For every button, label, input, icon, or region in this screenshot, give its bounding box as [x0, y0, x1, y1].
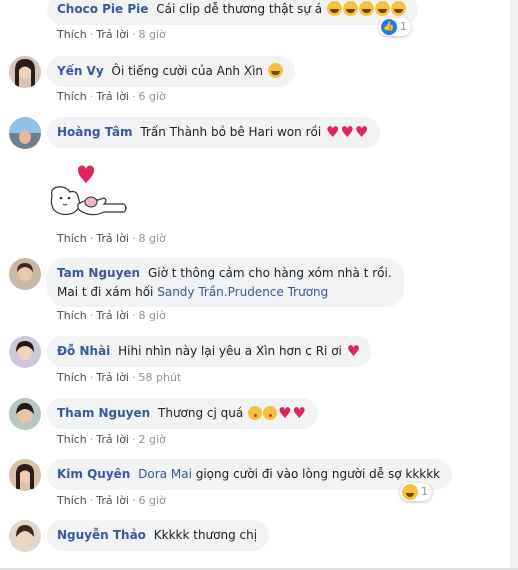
comment-text: Ôi tiếng cười của Anh Xìn	[111, 64, 264, 78]
rofl-emoji-icon	[358, 1, 374, 16]
reply-link[interactable]: Trả lời	[96, 90, 129, 103]
comment-bubble: Đỗ Nhài Hihi nhìn này lại yêu a Xìn hơn …	[47, 336, 373, 367]
comment-actions: Thích · Trả lời · 2 giờ	[57, 433, 166, 446]
rofl-emoji-icon	[267, 63, 283, 78]
reply-link[interactable]: Trả lời	[96, 494, 129, 507]
comment-actions: Thích · Trả lời · 6 giờ	[57, 90, 166, 103]
heart-emoji-icon: ♥	[278, 404, 292, 422]
kiss-emoji-icon	[248, 406, 263, 420]
like-icon: 👍	[381, 19, 397, 35]
rofl-emoji-icon	[374, 1, 390, 16]
heart-emoji-icon: ♥	[326, 123, 340, 141]
heart-emoji-icon: ♥	[346, 342, 361, 360]
comment-text: Thương cj quá	[158, 406, 244, 420]
tagged-user[interactable]: Dora Mai	[138, 467, 192, 481]
comment-actions: Thích · Trả lời · 6 giờ	[57, 494, 166, 507]
reply-link[interactable]: Trả lời	[96, 232, 129, 245]
comment-bubble: Choco Pie Pie Cái clip dễ thương thật sự…	[47, 0, 418, 25]
heart-finger-sticker	[50, 165, 127, 216]
commenter-name[interactable]: Nguyễn Thảo	[57, 528, 146, 542]
comment-text: giọng cười đi vào lòng người dễ sợ kkkkk	[195, 467, 441, 481]
commenter-name[interactable]: Choco Pie Pie	[57, 2, 148, 16]
kiss-emoji-icon	[263, 406, 278, 420]
comment-time[interactable]: 8 giờ	[139, 309, 166, 322]
comment-bubble: Yến Vy Ôi tiếng cười của Anh Xìn	[47, 56, 295, 87]
like-link[interactable]: Thích	[57, 371, 87, 384]
comment-text-line2: Mai t đi xám hối	[57, 285, 154, 299]
reply-link[interactable]: Trả lời	[96, 309, 129, 322]
commenter-name[interactable]: Đỗ Nhài	[57, 344, 110, 358]
avatar[interactable]	[9, 117, 41, 149]
haha-icon	[402, 484, 418, 500]
comment-time[interactable]: 8 giờ	[139, 232, 166, 245]
avatar[interactable]	[9, 56, 41, 88]
like-link[interactable]: Thích	[57, 28, 87, 41]
commenter-name[interactable]: Tham Nguyen	[57, 406, 150, 420]
comment-actions: Thích · Trả lời · 8 giờ	[57, 232, 166, 245]
comment-bubble: Kim Quyên Dora Mai giọng cười đi vào lòn…	[47, 459, 453, 490]
like-link[interactable]: Thích	[57, 309, 87, 322]
comment-time[interactable]: 8 giờ	[139, 28, 166, 41]
comment-text: Cái clip dễ thương thật sự á	[156, 2, 323, 16]
heart-emoji-icon: ♥	[292, 404, 306, 422]
tagged-user[interactable]: Sandy Trần	[157, 285, 224, 299]
reaction-count[interactable]: 👍 1	[379, 18, 411, 36]
rofl-emoji-icon	[326, 1, 342, 16]
comment-actions: Thích · Trả lời · 8 giờ	[57, 28, 166, 41]
reply-link[interactable]: Trả lời	[96, 371, 129, 384]
like-link[interactable]: Thích	[57, 433, 87, 446]
avatar[interactable]	[9, 459, 41, 491]
comment-time[interactable]: 6 giờ	[139, 494, 166, 507]
comment-bubble: Nguyễn Thảo Kkkkk thương chị	[47, 520, 270, 551]
comment-actions: Thích · Trả lời · 8 giờ	[57, 309, 166, 322]
avatar[interactable]	[9, 258, 41, 290]
comment-text: Giờ t thông cảm cho hàng xóm nhà t rồi.	[147, 266, 392, 280]
avatar[interactable]	[9, 336, 41, 368]
rofl-emoji-icon	[342, 1, 358, 16]
like-link[interactable]: Thích	[57, 232, 87, 245]
heart-emoji-icon: ♥	[340, 123, 354, 141]
commenter-name[interactable]: Tam Nguyen	[57, 266, 140, 280]
reply-link[interactable]: Trả lời	[96, 28, 129, 41]
comment-time[interactable]: 6 giờ	[139, 90, 166, 103]
like-link[interactable]: Thích	[57, 494, 87, 507]
comment-actions: Thích · Trả lời · 58 phút	[57, 371, 182, 384]
avatar[interactable]	[9, 398, 41, 430]
comment-bubble: Tam Nguyen Giờ t thông cảm cho hàng xóm …	[47, 258, 404, 307]
like-link[interactable]: Thích	[57, 90, 87, 103]
comment-text: Hihi nhìn này lại yêu a Xìn hơn c Ri ơi	[118, 344, 342, 358]
commenter-name[interactable]: Yến Vy	[57, 64, 104, 78]
comment-time[interactable]: 58 phút	[139, 371, 182, 384]
commenter-name[interactable]: Hoàng Tâm	[57, 125, 133, 139]
comment-bubble: Hoàng Tâm Trấn Thành bỏ bê Hari won rồi …	[47, 117, 381, 148]
comment-text: Trấn Thành bỏ bê Hari won rồi	[140, 125, 322, 139]
comment-text: Kkkkk thương chị	[153, 528, 258, 542]
comment-bubble: Tham Nguyen Thương cj quá ♥♥	[47, 398, 318, 429]
avatar[interactable]	[9, 520, 41, 552]
reply-link[interactable]: Trả lời	[96, 433, 129, 446]
commenter-name[interactable]: Kim Quyên	[57, 467, 130, 481]
rofl-emoji-icon	[390, 1, 406, 16]
heart-emoji-icon: ♥	[354, 123, 369, 141]
comment-time[interactable]: 2 giờ	[139, 433, 166, 446]
reaction-count[interactable]: 1	[400, 483, 432, 501]
tagged-user[interactable]: Prudence Trương	[228, 285, 329, 299]
scrollbar[interactable]	[510, 0, 518, 570]
